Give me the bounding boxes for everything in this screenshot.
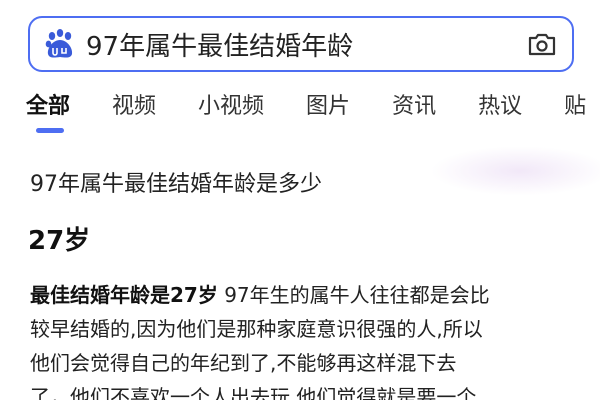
result-snippet[interactable]: 最佳结婚年龄是27岁 97年生的属牛人往往都是会比 较早结婚的,因为他们是那种家…	[30, 278, 590, 400]
baidu-paw-icon	[45, 29, 73, 58]
snippet-line-1-text: 97年生的属牛人往往都是会比	[217, 283, 490, 307]
snippet-line-4: 了，他们不喜欢一个人出去玩,他们觉得就是要一个	[30, 385, 477, 400]
tab-images[interactable]: 图片	[306, 92, 350, 132]
tab-video[interactable]: 视频	[112, 92, 156, 132]
snippet-line-2: 较早结婚的,因为他们是那种家庭意识很强的人,所以	[30, 317, 483, 341]
search-results-page: 全部 视频 小视频 图片 资讯 热议 贴 97年属牛最佳结婚年龄是多少 27岁 …	[0, 0, 600, 400]
active-tab-indicator	[36, 128, 64, 133]
decorative-glow	[430, 146, 600, 196]
result-answer: 27岁	[28, 226, 91, 256]
tab-discussion[interactable]: 热议	[478, 92, 522, 132]
search-bar[interactable]	[28, 16, 574, 72]
result-question[interactable]: 97年属牛最佳结婚年龄是多少	[30, 170, 322, 200]
tab-all[interactable]: 全部	[26, 92, 70, 132]
snippet-line-1: 最佳结婚年龄是27岁 97年生的属牛人往往都是会比	[30, 278, 590, 312]
camera-icon[interactable]	[526, 28, 558, 60]
tab-news[interactable]: 资讯	[392, 92, 436, 132]
snippet-highlight: 最佳结婚年龄是27岁	[30, 283, 218, 307]
result-tabs: 全部 视频 小视频 图片 资讯 热议 贴	[26, 92, 600, 132]
tab-short-video[interactable]: 小视频	[198, 92, 264, 132]
search-input[interactable]	[86, 24, 526, 64]
tab-tieba[interactable]: 贴	[564, 92, 586, 132]
snippet-line-3: 他们会觉得自己的年纪到了,不能够再这样混下去	[30, 351, 457, 375]
